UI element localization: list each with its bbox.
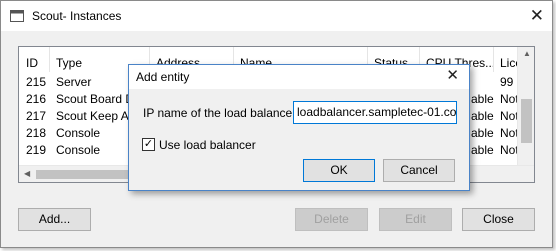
window-titlebar[interactable]: Scout- Instances ✕ [1,1,552,31]
column-header-id[interactable]: ID [26,56,38,70]
vertical-scrollbar[interactable]: ▲ [517,47,534,165]
edit-button[interactable]: Edit [379,208,452,231]
scroll-left-arrow-icon[interactable]: ◀ [24,169,30,178]
dialog-titlebar[interactable]: Add entity ✕ [129,65,469,89]
close-button[interactable]: Close [462,208,535,231]
ok-button[interactable]: OK [303,159,375,182]
window-app-icon [10,10,24,22]
column-header-type[interactable]: Type [56,56,82,70]
window-close-icon[interactable]: ✕ [530,6,544,26]
use-load-balancer-checkbox[interactable]: ✓ [142,138,155,151]
dialog-title: Add entity [136,70,190,84]
add-button[interactable]: Add... [18,208,91,231]
cancel-button[interactable]: Cancel [383,159,455,182]
dialog-close-icon[interactable]: ✕ [446,67,459,85]
ip-name-input[interactable]: loadbalancer.sampletec-01.com [293,101,457,124]
scroll-up-arrow-icon[interactable]: ▲ [523,49,531,58]
column-header-license[interactable]: Licen [500,56,518,70]
add-entity-dialog: Add entity ✕ IP name of the load balance… [128,64,470,191]
ip-name-label: IP name of the load balancer [143,106,297,120]
use-load-balancer-label[interactable]: Use load balancer [159,138,256,152]
delete-button[interactable]: Delete [295,208,368,231]
vertical-scroll-thumb[interactable] [521,99,532,143]
window-title: Scout- Instances [32,9,122,23]
